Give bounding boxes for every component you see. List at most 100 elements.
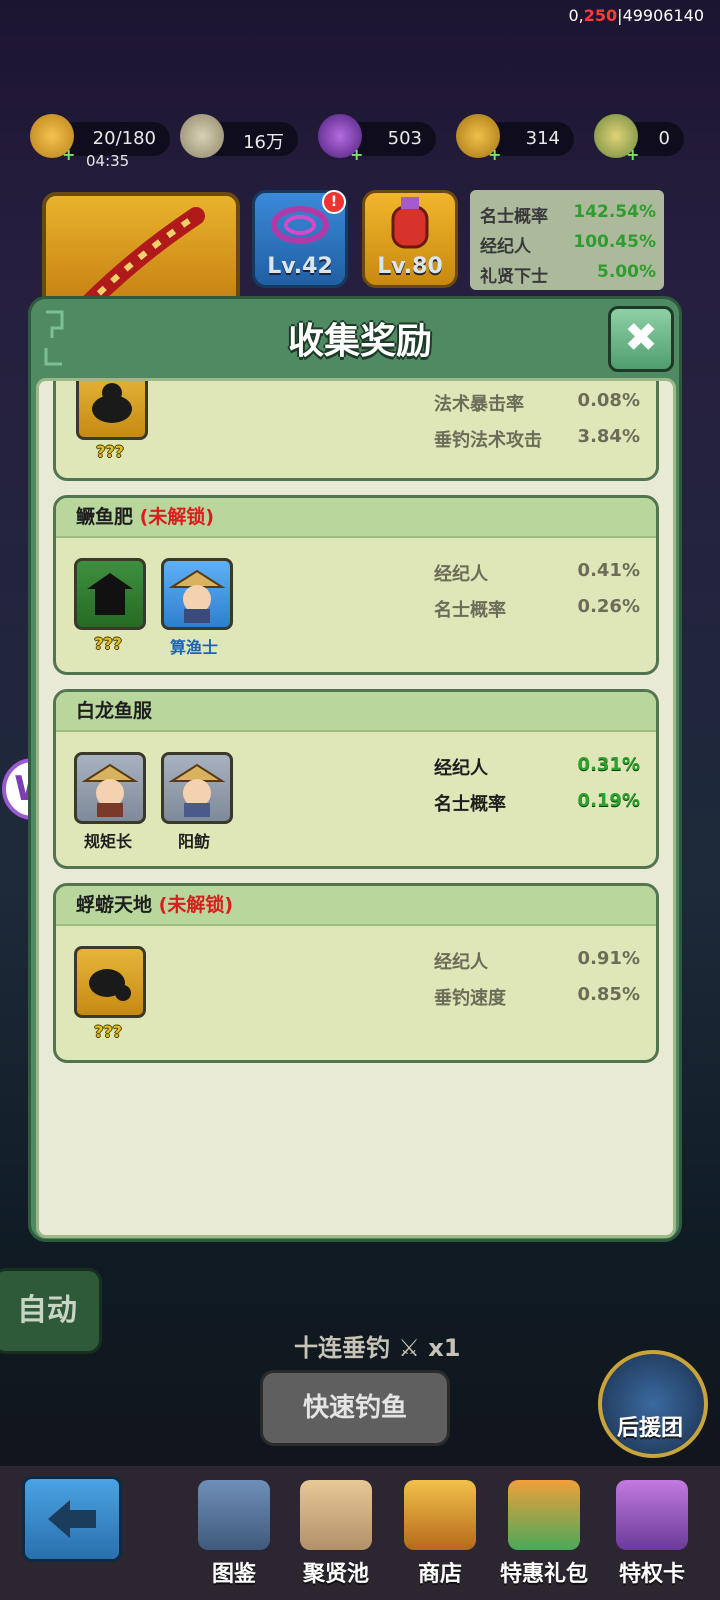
nav-label: 图鉴 bbox=[211, 1562, 256, 1587]
collection-slot[interactable] bbox=[74, 752, 146, 824]
locked-label: (未解锁) bbox=[158, 894, 234, 916]
book-icon bbox=[198, 1480, 270, 1550]
set-body: ??? 经纪人 0.91% 垂钓速度 0.85% bbox=[56, 926, 656, 1056]
player-id: 0,250|49906140 bbox=[569, 6, 705, 25]
stamina-resource[interactable]: 20/180 + bbox=[30, 114, 170, 163]
slot-name: ??? bbox=[94, 1022, 122, 1041]
stat-value: 0.31% bbox=[577, 754, 640, 775]
back-arrow-icon bbox=[48, 1500, 96, 1538]
stat-row: 名士概率 0.19% bbox=[434, 790, 640, 816]
shop-icon bbox=[404, 1480, 476, 1550]
rod-icon: ⚔ bbox=[398, 1334, 420, 1362]
nav-item-shop[interactable]: 商店 bbox=[392, 1476, 488, 1587]
coins-value: 16万 bbox=[243, 132, 284, 153]
set-header: 蜉蝣天地 (未解锁) bbox=[56, 886, 656, 926]
tokens-value: 314 bbox=[525, 128, 560, 149]
top-stat-label: 经纪人 bbox=[480, 237, 531, 257]
stat-row: 垂钓法术攻击 3.84% bbox=[434, 426, 640, 452]
top-stat-row: 经纪人 100.45% bbox=[480, 232, 656, 257]
plus-icon[interactable]: + bbox=[62, 147, 76, 163]
potion-card[interactable]: Lv.80 bbox=[362, 190, 458, 288]
tokens-resource[interactable]: 314 + bbox=[456, 114, 574, 163]
plus-icon[interactable]: + bbox=[626, 147, 640, 163]
stat-value: 3.84% bbox=[577, 426, 640, 447]
alert-badge: ! bbox=[322, 190, 346, 214]
plus-icon[interactable]: + bbox=[488, 147, 502, 163]
stat-value: 0.08% bbox=[577, 390, 640, 411]
collection-slot[interactable] bbox=[74, 946, 146, 1018]
fisher-avatar-icon bbox=[81, 763, 139, 817]
locked-label: (未解锁) bbox=[139, 506, 215, 528]
close-button[interactable]: ✖ bbox=[608, 306, 674, 372]
set-header: 白龙鱼服 bbox=[56, 692, 656, 732]
collection-set: ??? 法术暴击率 0.08% 垂钓法术攻击 3.84% bbox=[53, 381, 659, 481]
top-stat-row: 名士概率 142.54% bbox=[480, 202, 656, 227]
ten-pull-text: 十连垂钓 bbox=[294, 1334, 390, 1362]
top-stat-row: 礼贤下士 5.00% bbox=[480, 262, 656, 287]
potion-level: Lv.80 bbox=[377, 254, 443, 279]
nav-label: 商店 bbox=[417, 1562, 462, 1587]
player-id-suffix: |49906140 bbox=[617, 6, 704, 25]
collection-slot[interactable] bbox=[161, 752, 233, 824]
fisher-avatar-icon bbox=[168, 763, 226, 817]
slot-name: 阳鲂 bbox=[177, 832, 210, 851]
top-stat-label: 名士概率 bbox=[480, 207, 548, 227]
stat-label: 垂钓速度 bbox=[434, 988, 506, 1009]
nav-item-privilege[interactable]: 特权卡 bbox=[604, 1476, 700, 1587]
sword-resource[interactable]: 0 + bbox=[594, 114, 684, 163]
collection-slot[interactable] bbox=[74, 558, 146, 630]
collection-set: 蜉蝣天地 (未解锁) ??? 经纪人 0.91% 垂钓速度 0.85% bbox=[53, 883, 659, 1063]
ten-pull-label: 十连垂钓 ⚔ x1 bbox=[294, 1328, 460, 1363]
nav-label: 特惠礼包 bbox=[499, 1562, 588, 1587]
stamina-value: 20/180 bbox=[92, 128, 156, 149]
collection-list[interactable]: ??? 法术暴击率 0.08% 垂钓法术攻击 3.84% 鳜鱼肥 (未解锁) ?… bbox=[36, 378, 676, 1238]
fisher-avatar-icon bbox=[168, 569, 226, 623]
gift-icon bbox=[508, 1480, 580, 1550]
nav-item-recruit[interactable]: 聚贤池 bbox=[288, 1476, 384, 1587]
top-stat-value: 142.54% bbox=[573, 202, 656, 222]
stat-value: 0.85% bbox=[577, 984, 640, 1005]
plus-icon[interactable]: + bbox=[350, 147, 364, 163]
stamina-timer: 04:35 bbox=[86, 152, 130, 170]
coins-resource[interactable]: 16万 bbox=[180, 114, 298, 158]
silhouette-icon bbox=[89, 969, 131, 1001]
stat-label: 法术暴击率 bbox=[434, 394, 524, 415]
silhouette-icon bbox=[87, 573, 133, 615]
sword-value: 0 bbox=[658, 128, 670, 149]
gems-value: 503 bbox=[387, 128, 422, 149]
collection-slot[interactable] bbox=[161, 558, 233, 630]
nav-item-codex[interactable]: 图鉴 bbox=[186, 1476, 282, 1587]
collection-set: 白龙鱼服 规矩长 阳鲂 经纪人 0.31% 名士概率 0.19% bbox=[53, 689, 659, 869]
set-title: 蜉蝣天地 bbox=[76, 894, 153, 916]
stat-label: 经纪人 bbox=[434, 758, 488, 779]
silhouette-icon bbox=[92, 383, 132, 423]
nav-item-gift[interactable]: 特惠礼包 bbox=[496, 1476, 592, 1587]
stat-row: 经纪人 0.91% bbox=[434, 948, 640, 974]
slot-name: 规矩长 bbox=[83, 832, 132, 851]
auto-button[interactable]: 自动 bbox=[0, 1268, 102, 1354]
stat-value: 0.19% bbox=[577, 790, 640, 811]
player-id-prefix: 0, bbox=[568, 6, 584, 25]
nav-label: 聚贤池 bbox=[302, 1562, 369, 1587]
player-id-highlight: 250 bbox=[583, 6, 618, 25]
back-arrow-button[interactable] bbox=[22, 1476, 122, 1562]
slot-name: ??? bbox=[96, 442, 124, 461]
set-title: 鳜鱼肥 bbox=[76, 506, 134, 528]
stat-row: 法术暴击率 0.08% bbox=[434, 390, 640, 416]
potion-icon bbox=[391, 197, 429, 249]
nav-label: 特权卡 bbox=[618, 1562, 685, 1587]
gems-resource[interactable]: 503 + bbox=[318, 114, 436, 163]
stat-row: 经纪人 0.31% bbox=[434, 754, 640, 780]
ten-pull-count: x1 bbox=[428, 1334, 461, 1362]
support-team-label: 后援团 bbox=[616, 1416, 683, 1441]
stat-label: 经纪人 bbox=[434, 564, 488, 585]
quick-fish-button[interactable]: 快速钓鱼 bbox=[260, 1370, 450, 1446]
stat-row: 名士概率 0.26% bbox=[434, 596, 640, 622]
collection-set: 鳜鱼肥 (未解锁) ??? 算渔士 经纪人 0.41% 名士概率 0.26% bbox=[53, 495, 659, 675]
collection-slot[interactable] bbox=[76, 381, 148, 440]
set-body: 规矩长 阳鲂 经纪人 0.31% 名士概率 0.19% bbox=[56, 732, 656, 862]
stat-value: 0.91% bbox=[577, 948, 640, 969]
stat-label: 名士概率 bbox=[434, 600, 506, 621]
stat-label: 名士概率 bbox=[434, 794, 506, 815]
top-stat-value: 5.00% bbox=[597, 262, 656, 282]
